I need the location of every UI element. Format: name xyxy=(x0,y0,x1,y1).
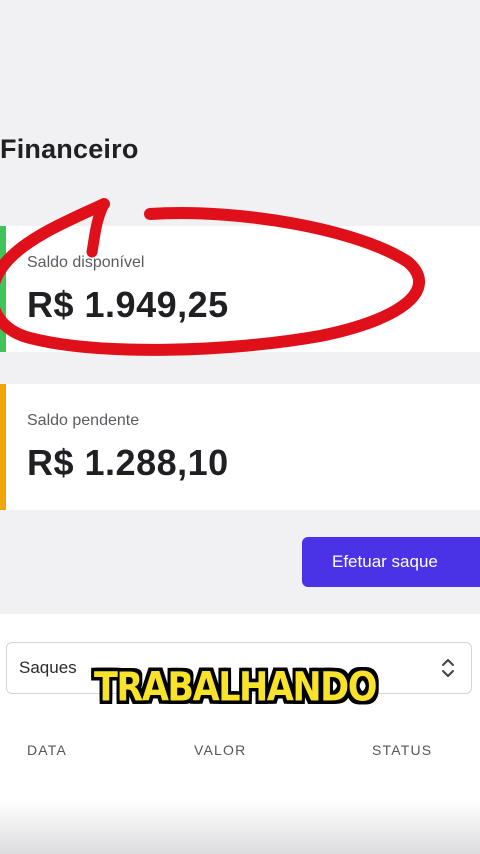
withdraw-button[interactable]: Efetuar saque xyxy=(302,537,480,587)
bottom-edge xyxy=(0,800,480,854)
pending-balance-label: Saldo pendente xyxy=(27,412,140,429)
pending-balance-amount: R$ 1.288,10 xyxy=(27,442,229,483)
pending-balance-card: Saldo pendente R$ 1.288,10 xyxy=(0,384,480,510)
video-caption: TRABALHANDO xyxy=(94,665,377,711)
available-balance-label: Saldo disponível xyxy=(27,254,145,271)
available-balance-amount: R$ 1.949,25 xyxy=(27,284,229,325)
page-title: Financeiro xyxy=(0,134,139,164)
column-header-valor: VALOR xyxy=(194,742,247,758)
column-header-data: DATA xyxy=(27,742,68,758)
column-header-status: STATUS xyxy=(372,742,433,758)
available-balance-card: Saldo disponível R$ 1.949,25 xyxy=(0,226,480,352)
pending-balance-accent xyxy=(0,384,6,510)
available-balance-accent xyxy=(0,226,6,352)
